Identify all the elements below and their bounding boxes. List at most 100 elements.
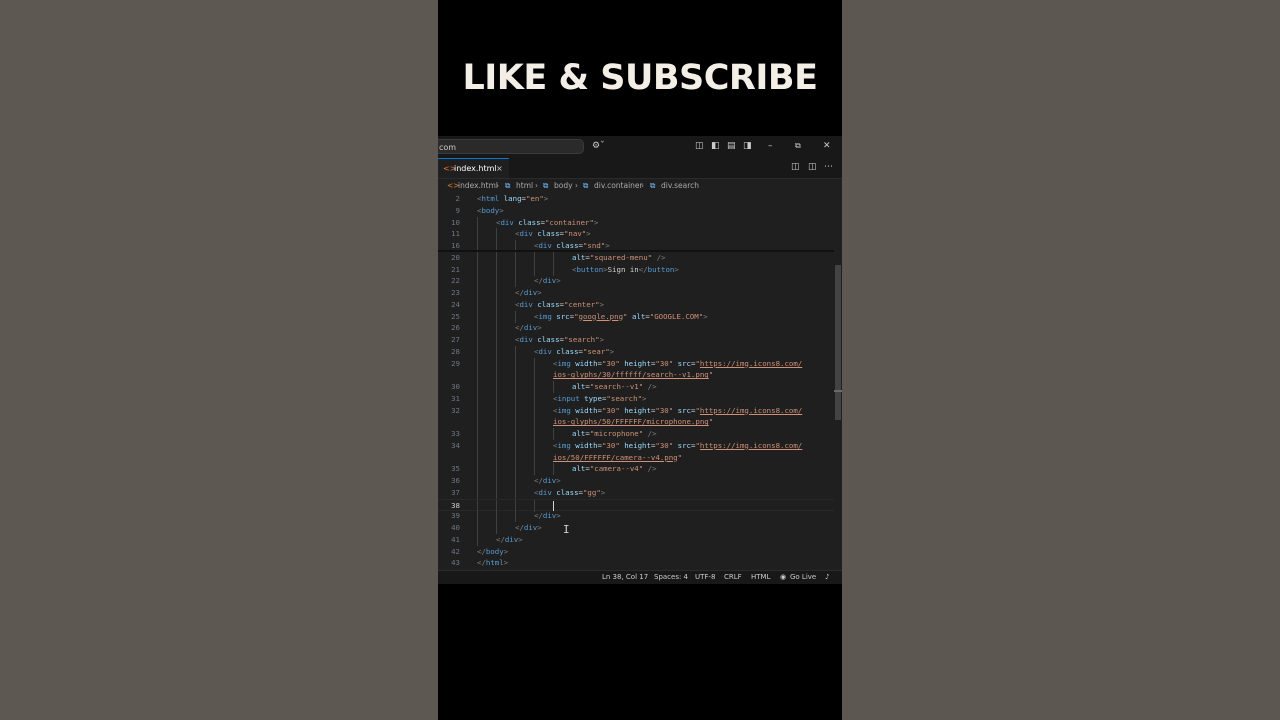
- line-number: 24: [451, 299, 460, 309]
- open-preview-icon[interactable]: ◫: [791, 162, 800, 172]
- code-line[interactable]: 41 </div>: [438, 533, 834, 546]
- indent-guide: [534, 357, 535, 370]
- indent-guide: [515, 463, 516, 476]
- minimize-icon[interactable]: –: [768, 140, 773, 152]
- indent-guide: [515, 510, 516, 523]
- indent-guide: [553, 251, 554, 264]
- split-editor-icon[interactable]: ◫: [808, 162, 817, 172]
- indent-guide: [477, 345, 478, 358]
- line-number: 23: [451, 288, 460, 297]
- line-number: 35: [451, 464, 460, 474]
- scrollbar-thumb[interactable]: [835, 265, 841, 420]
- code-line[interactable]: ios-glyphs/30/ffffff/search--v1.png": [438, 369, 834, 382]
- language-mode[interactable]: HTML: [751, 571, 770, 584]
- indent-guide: [496, 486, 497, 499]
- code-line[interactable]: 26 </div>: [438, 322, 834, 335]
- line-number: 33: [451, 429, 460, 438]
- code-line[interactable]: 40 </div>: [438, 522, 834, 534]
- code-line[interactable]: 11 <div class="nav">: [438, 228, 834, 241]
- indent-guide: [515, 404, 516, 417]
- encoding-status[interactable]: UTF-8: [695, 571, 715, 584]
- code-line[interactable]: 24 <div class="center">: [438, 298, 834, 311]
- command-center-search[interactable]: com: [438, 139, 584, 154]
- tab-label: index.html: [454, 164, 497, 173]
- code-text: alt="camera--v4" />: [572, 464, 657, 474]
- code-line[interactable]: 23 </div>: [438, 287, 834, 299]
- go-live-button[interactable]: Go Live: [790, 571, 816, 584]
- indent-guide: [477, 357, 478, 370]
- indent-guide: [515, 451, 516, 464]
- code-line[interactable]: 2 <html lang="en">: [438, 193, 834, 205]
- breadcrumb-item[interactable]: html: [516, 179, 533, 193]
- notifications-bell-icon[interactable]: ♪: [825, 571, 829, 584]
- code-line[interactable]: 21 <button>Sign in</button>: [438, 263, 834, 276]
- code-line[interactable]: 25 <img src="google.png" alt="GOOGLE.COM"…: [438, 310, 834, 323]
- breadcrumb-item[interactable]: index.html: [458, 179, 498, 193]
- indentation-status[interactable]: Spaces: 4: [654, 571, 688, 584]
- mouse-ibeam-cursor: I: [563, 523, 570, 536]
- indent-guide: [477, 404, 478, 417]
- toggle-panel-icon[interactable]: ▤: [727, 140, 736, 152]
- code-text: alt="microphone" />: [572, 429, 657, 438]
- code-line[interactable]: 39 </div>: [438, 510, 834, 523]
- line-number: 20: [451, 252, 460, 262]
- indent-guide: [534, 439, 535, 452]
- line-number: 29: [451, 358, 460, 368]
- code-text: <div class="sear">: [534, 346, 615, 356]
- indent-guide: [477, 428, 478, 440]
- close-icon[interactable]: ✕: [823, 140, 831, 152]
- indent-guide: [515, 263, 516, 276]
- code-line[interactable]: 22 </div>: [438, 275, 834, 288]
- right-background: [842, 0, 1280, 720]
- code-line[interactable]: 37 <div class="gg">: [438, 486, 834, 499]
- breadcrumb-item[interactable]: div.search: [661, 179, 699, 193]
- scrollbar-cursor-marker: [834, 390, 842, 392]
- code-line[interactable]: 42 </body>: [438, 546, 834, 558]
- toggle-sidebar-icon[interactable]: ◧: [711, 140, 720, 152]
- indent-guide: [496, 345, 497, 358]
- line-number: 9: [455, 205, 460, 215]
- code-line[interactable]: ios-glyphs/50/FFFFFF/microphone.png": [438, 416, 834, 429]
- toggle-secondary-sidebar-icon[interactable]: ◨: [743, 140, 752, 152]
- code-line[interactable]: 28 <div class="sear">: [438, 345, 834, 358]
- code-text: <div class="container">: [496, 217, 599, 227]
- more-actions-icon[interactable]: ⋯: [824, 162, 833, 172]
- eol-status[interactable]: CRLF: [724, 571, 742, 584]
- breadcrumb-item[interactable]: div.container: [594, 179, 643, 193]
- vertical-scrollbar[interactable]: [834, 193, 842, 570]
- indent-guide: [496, 475, 497, 487]
- code-line[interactable]: 34 <img width="30" height="30" src="https…: [438, 439, 834, 452]
- indent-guide: [477, 298, 478, 311]
- element-icon: ⧉: [650, 181, 656, 190]
- code-line[interactable]: 9 <body>: [438, 205, 834, 217]
- code-line[interactable]: 33 alt="microphone" />: [438, 428, 834, 440]
- tab-close-icon[interactable]: ×: [496, 159, 503, 178]
- line-number: 11: [451, 229, 460, 239]
- tab-index-html[interactable]: <> index.html ×: [438, 158, 509, 178]
- code-line[interactable]: 31 <input type="search">: [438, 392, 834, 405]
- code-line[interactable]: 10 <div class="container">: [438, 216, 834, 229]
- indent-guide: [477, 475, 478, 487]
- indent-guide: [496, 310, 497, 323]
- banner-title: LIKE & SUBSCRIBE: [462, 58, 818, 98]
- code-line[interactable]: 27 <div class="search">: [438, 334, 834, 346]
- cursor-position[interactable]: Ln 38, Col 17: [602, 571, 648, 584]
- indent-guide: [496, 522, 497, 534]
- code-line[interactable]: 30 alt="search--v1" />: [438, 381, 834, 393]
- indent-guide: [515, 345, 516, 358]
- code-line[interactable]: 29 <img width="30" height="30" src="https…: [438, 357, 834, 370]
- restore-icon[interactable]: ⧉: [795, 140, 801, 152]
- code-line[interactable]: 43 </html>: [438, 557, 834, 569]
- copilot-icon[interactable]: ⚙ˇ: [592, 139, 605, 153]
- code-line[interactable]: 36 </div>: [438, 475, 834, 487]
- code-line[interactable]: 35 alt="camera--v4" />: [438, 463, 834, 476]
- code-line[interactable]: ios/50/FFFFFF/camera--v4.png": [438, 451, 834, 464]
- code-line[interactable]: 20 alt="squared-menu" />: [438, 251, 834, 264]
- sticky-scroll-divider: [438, 250, 834, 252]
- indent-guide: [553, 428, 554, 440]
- code-line[interactable]: 38: [438, 498, 834, 512]
- line-number: 21: [451, 264, 460, 274]
- breadcrumb-item[interactable]: body: [554, 179, 573, 193]
- code-line[interactable]: 32 <img width="30" height="30" src="https…: [438, 404, 834, 417]
- layout-panel-icon[interactable]: ◫: [695, 140, 704, 152]
